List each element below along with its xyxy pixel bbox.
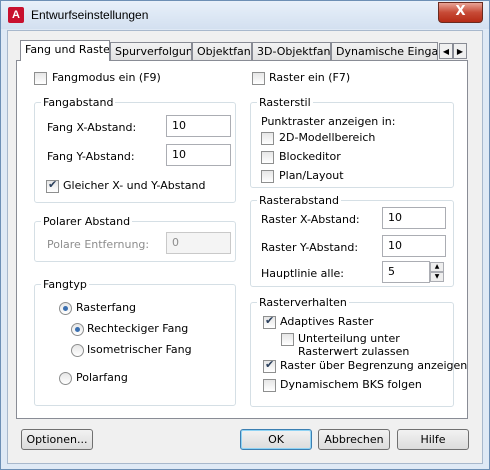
- tab-spurverfolgung[interactable]: Spurverfolgung: [110, 42, 192, 60]
- model-space-checkbox[interactable]: [261, 132, 274, 145]
- options-button[interactable]: Optionen...: [21, 429, 93, 450]
- grid-y-label: Raster Y-Abstand:: [261, 241, 359, 254]
- polar-distance-label: Polare Entfernung:: [47, 238, 150, 251]
- major-line-label: Hauptlinie alle:: [261, 267, 345, 280]
- tab-fang-und-raster[interactable]: Fang und Raster: [20, 40, 110, 61]
- snap-type-group-label: Fangtyp: [41, 278, 89, 291]
- subdivision-label-line1: Unterteilung unter: [298, 332, 400, 345]
- equal-xy-checkbox[interactable]: [46, 178, 59, 193]
- spin-down-icon[interactable]: ▼: [430, 272, 444, 282]
- adaptive-grid-checkbox[interactable]: [263, 314, 276, 329]
- snap-y-input[interactable]: 10: [166, 144, 231, 166]
- major-line-input[interactable]: 5: [382, 261, 430, 283]
- polar-snap-label: Polarfang: [76, 371, 128, 384]
- grid-snap-radio[interactable]: [59, 302, 72, 315]
- rect-snap-radio[interactable]: [71, 323, 84, 336]
- grid-style-caption: Punktraster anzeigen in:: [261, 115, 396, 128]
- spin-up-icon[interactable]: ▲: [430, 262, 444, 272]
- tab-scroll-right-icon[interactable]: ▶: [453, 43, 467, 59]
- snap-x-input[interactable]: 10: [166, 115, 231, 137]
- layout-checkbox[interactable]: [261, 170, 274, 183]
- snap-y-label: Fang Y-Abstand:: [47, 150, 135, 163]
- polar-spacing-group-label: Polarer Abstand: [41, 215, 133, 228]
- grid-x-label: Raster X-Abstand:: [261, 213, 360, 226]
- grid-behavior-group-label: Rasterverhalten: [257, 296, 349, 309]
- adaptive-grid-label: Adaptives Raster: [280, 315, 374, 328]
- snap-mode-checkbox[interactable]: [34, 72, 47, 85]
- iso-snap-label: Isometrischer Fang: [87, 343, 192, 356]
- subdivision-label-line2: Rasterwert zulassen: [298, 345, 410, 358]
- subdivision-checkbox[interactable]: [281, 333, 294, 346]
- equal-xy-label: Gleicher X- und Y-Abstand: [63, 179, 206, 192]
- tab-objektfang[interactable]: Objektfang: [192, 42, 252, 60]
- major-line-spinner[interactable]: ▲ ▼: [430, 262, 444, 282]
- close-button[interactable]: X: [438, 2, 483, 23]
- model-space-label: 2D-Modellbereich: [279, 131, 376, 144]
- beyond-limits-label: Raster über Begrenzung anzeigen: [280, 359, 468, 372]
- follow-ucs-label: Dynamischem BKS folgen: [280, 378, 422, 391]
- polar-distance-input[interactable]: 0: [166, 232, 231, 254]
- grid-snap-label: Rasterfang: [76, 301, 137, 314]
- tab-scroll-left-icon[interactable]: ◀: [439, 43, 453, 59]
- title-bar[interactable]: A Entwurfseinstellungen X: [1, 1, 489, 29]
- grid-style-group-label: Rasterstil: [257, 96, 313, 109]
- tab-3d-objektfang[interactable]: 3D-Objektfang: [252, 42, 331, 60]
- ok-button[interactable]: OK: [240, 429, 312, 450]
- help-button[interactable]: Hilfe: [397, 429, 469, 450]
- grid-x-input[interactable]: 10: [382, 207, 446, 229]
- block-editor-checkbox[interactable]: [261, 151, 274, 164]
- iso-snap-radio[interactable]: [71, 344, 84, 357]
- grid-on-checkbox[interactable]: [252, 72, 265, 85]
- grid-on-label: Raster ein (F7): [269, 71, 351, 84]
- window-title: Entwurfseinstellungen: [31, 8, 149, 22]
- beyond-limits-checkbox[interactable]: [263, 358, 276, 373]
- cancel-button[interactable]: Abbrechen: [318, 429, 390, 450]
- block-editor-label: Blockeditor: [279, 150, 341, 163]
- layout-label: Plan/Layout: [279, 169, 344, 182]
- snap-x-label: Fang X-Abstand:: [47, 121, 137, 134]
- tab-dynamische-eingabe[interactable]: Dynamische Eingabe: [331, 42, 438, 60]
- autocad-logo-icon: A: [8, 7, 24, 23]
- grid-spacing-group-label: Rasterabstand: [257, 194, 341, 207]
- snap-spacing-group-label: Fangabstand: [41, 96, 116, 109]
- snap-mode-label: Fangmodus ein (F9): [52, 71, 161, 84]
- follow-ucs-checkbox[interactable]: [263, 379, 276, 392]
- grid-y-input[interactable]: 10: [382, 235, 446, 257]
- rect-snap-label: Rechteckiger Fang: [87, 322, 189, 335]
- polar-snap-radio[interactable]: [59, 372, 72, 385]
